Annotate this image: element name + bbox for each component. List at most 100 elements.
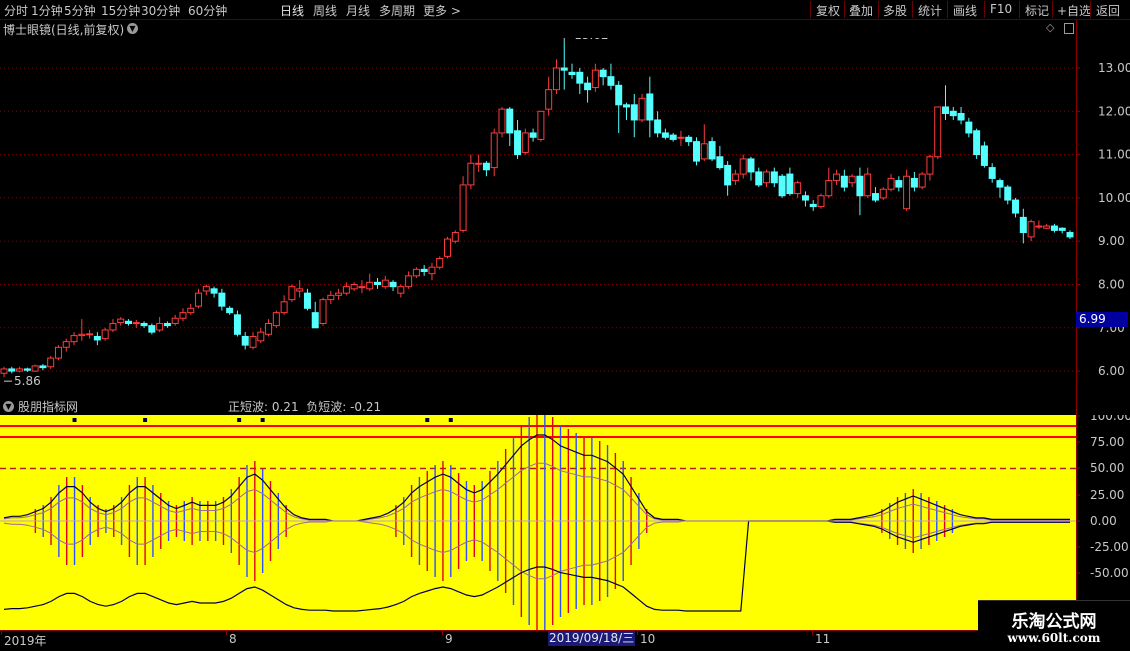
candle-body — [942, 106, 950, 114]
period-tab-0[interactable]: 分时 — [4, 2, 28, 19]
price-tick-label: 10.00 — [1098, 191, 1130, 205]
toolbar-separator — [1019, 1, 1020, 18]
price-tick-label: 9.00 — [1098, 234, 1125, 248]
candle-body — [241, 335, 249, 346]
candle-body — [335, 292, 343, 296]
candle-body — [926, 156, 934, 175]
price-tick-label: 12.00 — [1098, 104, 1130, 118]
period-tab-8[interactable]: 月线 — [346, 2, 370, 19]
period-tab-9[interactable]: 多周期 — [379, 2, 415, 19]
candle-body — [778, 175, 786, 197]
price-tick-label: 8.00 — [1098, 278, 1125, 292]
candle-body — [910, 177, 918, 188]
candle-body — [47, 357, 55, 368]
period-tab-3[interactable]: 15分钟 — [101, 2, 140, 19]
indicator-legend: 正短波: 0.21 负短波: -0.21 — [228, 400, 382, 414]
indicator-tick-label: 25.00 — [1090, 488, 1124, 502]
period-tab-10[interactable]: 更多 > — [423, 2, 461, 19]
candle-body — [405, 275, 413, 288]
candle-body — [1066, 232, 1074, 238]
date-tick — [812, 631, 813, 635]
indicator-tick-label: -50.00 — [1090, 566, 1129, 580]
candle-body — [342, 286, 350, 294]
toolbar-button-1[interactable]: 叠加 — [849, 2, 873, 19]
toolbar-separator — [947, 1, 948, 18]
candle-body — [54, 346, 62, 359]
candle-body — [622, 104, 630, 108]
candle-body — [615, 84, 623, 106]
candle-body — [272, 312, 280, 327]
candle-body — [156, 322, 164, 331]
indicator-tick-label: 100.00 — [1090, 415, 1130, 423]
toolbar-button-8[interactable]: 返回 — [1096, 2, 1120, 19]
candle-body — [132, 322, 140, 325]
candle-body — [436, 258, 444, 268]
candle-body — [529, 132, 537, 138]
period-toolbar: 分时 1分钟 5分钟 15分钟 30分钟 60分钟 日线 周线 月线 多周期 更多 > 复权 叠加 多股… — [0, 0, 1130, 20]
candle-body — [825, 180, 833, 197]
toolbar-button-7[interactable]: +自选 — [1057, 2, 1091, 19]
candle-body — [101, 329, 109, 340]
chevron-down-icon[interactable]: ▼ — [3, 401, 14, 412]
candle-body — [708, 141, 716, 160]
candle-body — [124, 320, 132, 324]
indicator-chart[interactable] — [0, 415, 1076, 630]
price-tick-label: 13.00 — [1098, 61, 1130, 75]
date-label: 10 — [640, 632, 656, 646]
candle-body — [249, 335, 257, 348]
candle-body — [265, 322, 273, 335]
candle-body — [607, 76, 615, 86]
candle-body — [576, 71, 584, 84]
candle-body — [973, 130, 981, 156]
candle-body — [140, 322, 148, 327]
candle-body — [163, 322, 171, 327]
signal-marker — [260, 418, 265, 422]
signal-marker — [425, 418, 430, 422]
period-tab-1[interactable]: 1分钟 — [31, 2, 63, 19]
toolbar-button-4[interactable]: 画线 — [953, 2, 977, 19]
window-toggle-icon[interactable] — [1064, 22, 1074, 34]
toolbar-separator — [912, 1, 913, 18]
candle-body — [498, 108, 506, 134]
chevron-down-icon[interactable]: ▼ — [127, 23, 138, 34]
toolbar-button-2[interactable]: 多股 — [883, 2, 907, 19]
candlestick-chart[interactable]: 13.62 5.86 — [0, 38, 1076, 396]
chart-window-controls: ◇ — [1046, 21, 1074, 34]
high-marker-line — [563, 38, 565, 42]
candle-body — [677, 136, 685, 139]
toolbar-button-0[interactable]: 复权 — [816, 2, 840, 19]
candle-body — [202, 286, 210, 292]
candle-body — [459, 184, 467, 231]
candle-body — [794, 182, 802, 195]
date-label: 2019年 — [4, 634, 47, 648]
period-tab-4[interactable]: 30分钟 — [141, 2, 180, 19]
candle-body — [840, 175, 848, 188]
candle-body — [1043, 225, 1051, 229]
low-price-label: 5.86 — [14, 374, 41, 388]
candle-body — [78, 333, 86, 337]
diamond-icon[interactable]: ◇ — [1046, 21, 1054, 34]
period-tab-7[interactable]: 周线 — [313, 2, 337, 19]
candle-body — [366, 281, 374, 290]
high-price-label: 13.62 — [574, 38, 608, 42]
candle-body — [1004, 186, 1012, 201]
period-tab-6[interactable]: 日线 — [280, 2, 304, 19]
candle-body — [8, 368, 16, 372]
candle-body — [451, 232, 459, 242]
candle-body — [506, 108, 514, 134]
toolbar-button-5[interactable]: F10 — [990, 2, 1012, 16]
candle-body — [39, 365, 47, 369]
toolbar-button-6[interactable]: 标记 — [1025, 2, 1049, 19]
candle-body — [817, 195, 825, 208]
candle-body — [428, 266, 436, 275]
date-tick — [226, 631, 227, 635]
period-tab-5[interactable]: 60分钟 — [188, 2, 227, 19]
candle-body — [568, 71, 576, 75]
candle-body — [482, 162, 490, 171]
period-tab-2[interactable]: 5分钟 — [64, 2, 96, 19]
indicator-name: 股朋指标网 — [18, 400, 79, 414]
candle-body — [1050, 225, 1058, 231]
toolbar-button-3[interactable]: 统计 — [918, 2, 942, 19]
candle-body — [381, 279, 389, 288]
indicator-tick-label: -25.00 — [1090, 540, 1129, 554]
